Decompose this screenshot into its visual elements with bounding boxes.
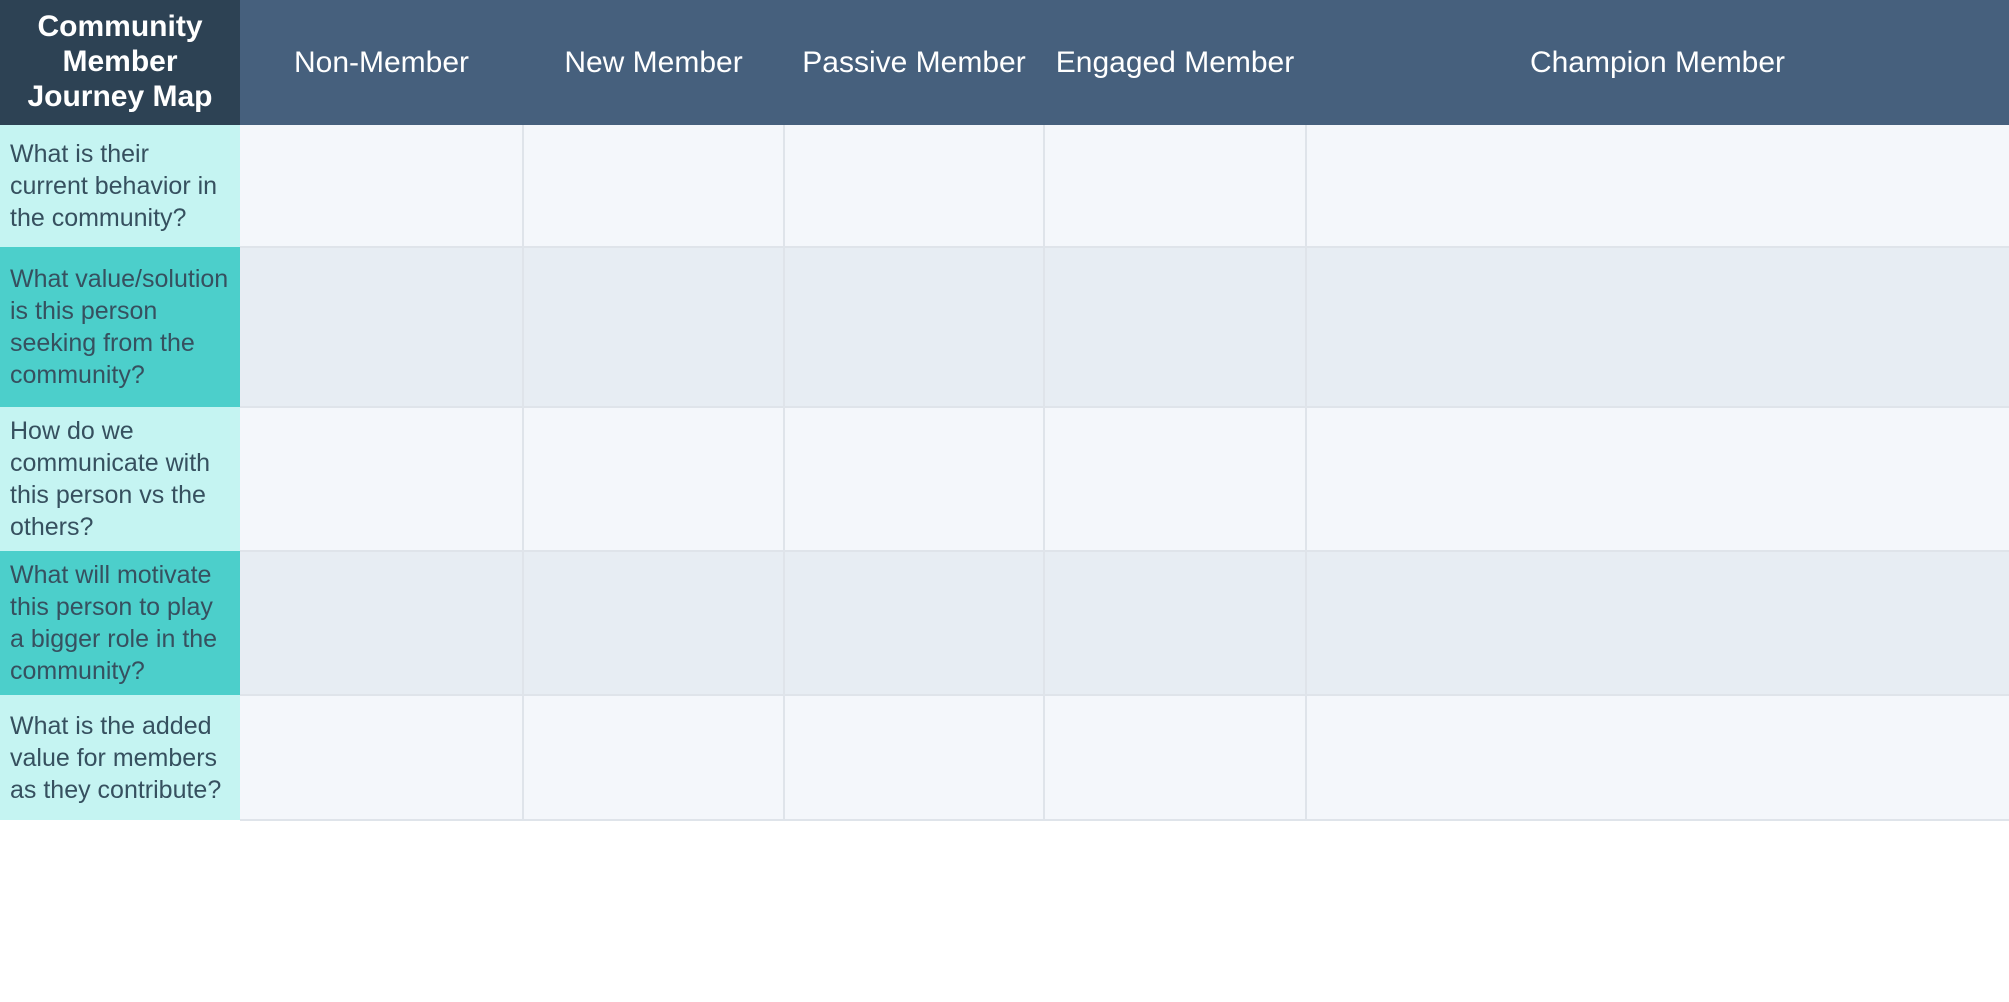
column-header-passive-member[interactable]: Passive Member	[784, 0, 1044, 125]
table-row: What will motivate this person to play a…	[0, 551, 2009, 696]
cell-r4-c2[interactable]	[784, 695, 1045, 821]
table-row: What value/solution is this person seeki…	[0, 247, 2009, 408]
cell-r4-c4[interactable]	[1306, 695, 2009, 821]
map-title-cell: Community Member Journey Map	[0, 0, 240, 125]
cell-r4-c0[interactable]	[240, 695, 524, 821]
table-header: Community Member Journey Map Non-Member …	[0, 0, 2009, 125]
column-header-engaged-member[interactable]: Engaged Member	[1044, 0, 1306, 125]
row-label-current-behavior: What is their current behavior in the co…	[0, 125, 240, 247]
cell-r3-c1[interactable]	[523, 551, 785, 696]
column-header-new-member[interactable]: New Member	[523, 0, 784, 125]
row-label-added-value: What is the added value for members as t…	[0, 695, 240, 820]
cell-r0-c3[interactable]	[1044, 125, 1307, 248]
cell-r3-c2[interactable]	[784, 551, 1045, 696]
cell-r1-c0[interactable]	[240, 247, 524, 408]
cell-r4-c3[interactable]	[1044, 695, 1307, 821]
column-header-champion-member[interactable]: Champion Member	[1306, 0, 2009, 125]
cell-r1-c4[interactable]	[1306, 247, 2009, 408]
row-label-motivation: What will motivate this person to play a…	[0, 551, 240, 695]
cell-r3-c4[interactable]	[1306, 551, 2009, 696]
cell-r1-c3[interactable]	[1044, 247, 1307, 408]
column-header-non-member[interactable]: Non-Member	[240, 0, 523, 125]
cell-r3-c3[interactable]	[1044, 551, 1307, 696]
cell-r2-c4[interactable]	[1306, 407, 2009, 552]
header-row: Community Member Journey Map Non-Member …	[0, 0, 2009, 125]
table-row: What is the added value for members as t…	[0, 695, 2009, 821]
row-label-communication: How do we communicate with this person v…	[0, 407, 240, 551]
cell-r4-c1[interactable]	[523, 695, 785, 821]
table-body: What is their current behavior in the co…	[0, 125, 2009, 821]
table-row: What is their current behavior in the co…	[0, 125, 2009, 248]
cell-r0-c1[interactable]	[523, 125, 785, 248]
cell-r0-c2[interactable]	[784, 125, 1045, 248]
cell-r2-c3[interactable]	[1044, 407, 1307, 552]
cell-r1-c2[interactable]	[784, 247, 1045, 408]
row-label-value-solution-seeking: What value/solution is this person seeki…	[0, 247, 240, 407]
community-journey-map-table: Community Member Journey Map Non-Member …	[0, 0, 2009, 821]
cell-r1-c1[interactable]	[523, 247, 785, 408]
cell-r2-c1[interactable]	[523, 407, 785, 552]
cell-r2-c0[interactable]	[240, 407, 524, 552]
cell-r0-c0[interactable]	[240, 125, 524, 248]
cell-r3-c0[interactable]	[240, 551, 524, 696]
cell-r0-c4[interactable]	[1306, 125, 2009, 248]
cell-r2-c2[interactable]	[784, 407, 1045, 552]
table-row: How do we communicate with this person v…	[0, 407, 2009, 552]
